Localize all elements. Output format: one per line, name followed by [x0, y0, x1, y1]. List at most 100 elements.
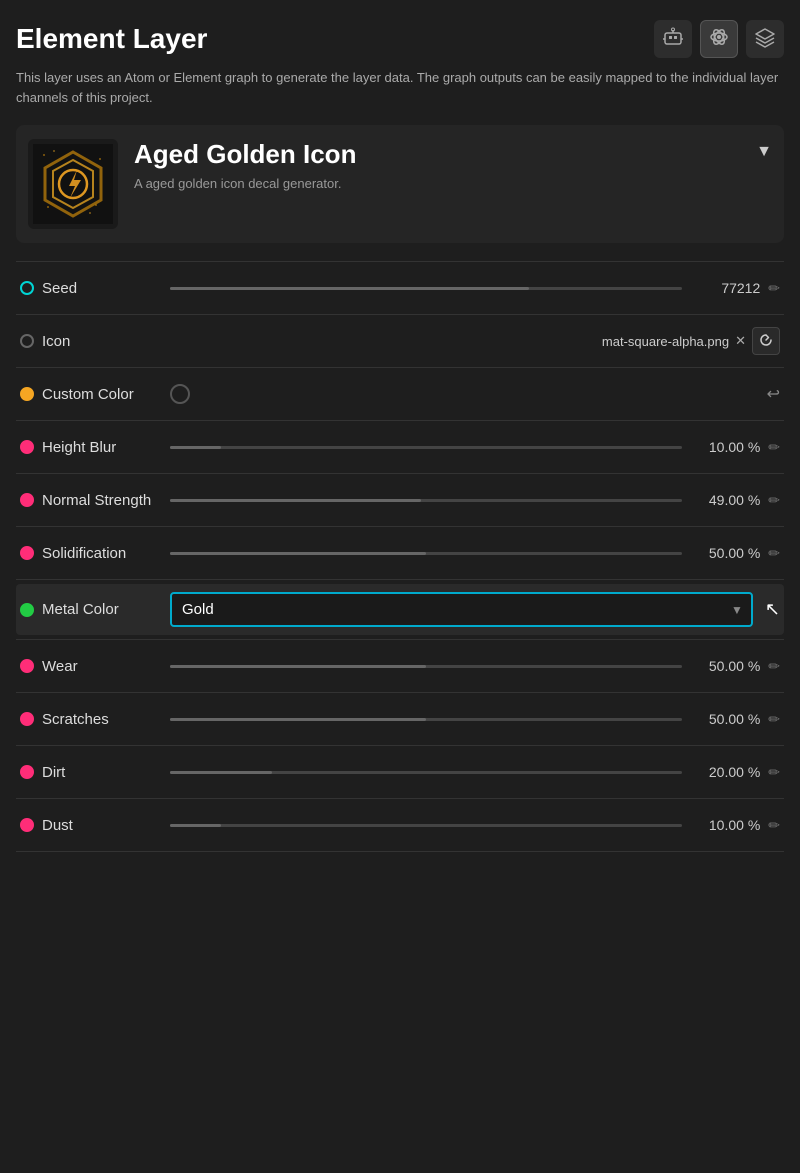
custom-color-circle[interactable] — [170, 384, 190, 404]
scratches-label: Scratches — [42, 711, 162, 728]
height-blur-label: Height Blur — [42, 439, 162, 456]
robot-icon — [662, 26, 684, 53]
normal-strength-track — [170, 499, 682, 502]
scratches-slider[interactable] — [170, 718, 682, 721]
robot-icon-button[interactable] — [654, 20, 692, 58]
height-blur-slider[interactable] — [170, 446, 682, 449]
scratches-edit-icon[interactable]: ✏ — [768, 711, 780, 728]
solidification-dot — [20, 546, 34, 560]
divider-4 — [16, 473, 784, 474]
seed-fill — [170, 287, 529, 290]
metal-color-dot — [20, 603, 34, 617]
icon-refresh-button[interactable] — [752, 327, 780, 355]
seed-dot — [20, 281, 34, 295]
divider-9 — [16, 745, 784, 746]
icon-label: Icon — [42, 333, 162, 350]
custom-color-label: Custom Color — [42, 386, 162, 403]
dirt-label: Dirt — [42, 764, 162, 781]
param-row-custom-color: Custom Color ↩ — [16, 372, 784, 416]
dirt-dot — [20, 765, 34, 779]
divider-3 — [16, 420, 784, 421]
normal-strength-edit-icon[interactable]: ✏ — [768, 492, 780, 509]
solidification-fill — [170, 552, 426, 555]
height-blur-track — [170, 446, 682, 449]
wear-slider[interactable] — [170, 665, 682, 668]
panel-description: This layer uses an Atom or Element graph… — [16, 68, 784, 107]
dirt-value: 20.00 % — [690, 764, 760, 780]
solidification-track — [170, 552, 682, 555]
metal-color-label: Metal Color — [42, 601, 162, 618]
scratches-dot — [20, 712, 34, 726]
cursor-hint-icon: ↖ — [765, 599, 780, 620]
dirt-slider[interactable] — [170, 771, 682, 774]
dirt-edit-icon[interactable]: ✏ — [768, 764, 780, 781]
divider-1 — [16, 314, 784, 315]
divider-5 — [16, 526, 784, 527]
header-icon-group — [654, 20, 784, 58]
param-row-height-blur: Height Blur 10.00 % ✏ — [16, 425, 784, 469]
custom-color-dot — [20, 387, 34, 401]
dust-edit-icon[interactable]: ✏ — [768, 817, 780, 834]
layer-card: Aged Golden Icon A aged golden icon deca… — [16, 125, 784, 243]
divider-8 — [16, 692, 784, 693]
normal-strength-value: 49.00 % — [690, 492, 760, 508]
seed-track — [170, 287, 682, 290]
seed-value: 77212 — [690, 280, 760, 296]
custom-color-reset-icon[interactable]: ↩ — [767, 384, 780, 404]
icon-filename: mat-square-alpha.png — [602, 334, 729, 349]
height-blur-fill — [170, 446, 221, 449]
divider-10 — [16, 798, 784, 799]
layer-name: Aged Golden Icon — [134, 139, 740, 170]
icon-dot — [20, 334, 34, 348]
wear-dot — [20, 659, 34, 673]
metal-color-select[interactable]: Gold Silver Bronze Copper — [170, 592, 753, 627]
solidification-edit-icon[interactable]: ✏ — [768, 545, 780, 562]
seed-edit-icon[interactable]: ✏ — [768, 280, 780, 297]
layers-icon-button[interactable] — [746, 20, 784, 58]
wear-label: Wear — [42, 658, 162, 675]
normal-strength-dot — [20, 493, 34, 507]
param-row-metal-color: Metal Color Gold Silver Bronze Copper ▼ … — [16, 584, 784, 635]
divider-7 — [16, 639, 784, 640]
param-row-seed: Seed 77212 ✏ — [16, 266, 784, 310]
height-blur-dot — [20, 440, 34, 454]
dust-dot — [20, 818, 34, 832]
layer-thumbnail — [28, 139, 118, 229]
atom-icon — [708, 26, 730, 53]
solidification-value: 50.00 % — [690, 545, 760, 561]
normal-strength-label: Normal Strength — [42, 492, 162, 509]
param-row-dust: Dust 10.00 % ✏ — [16, 803, 784, 847]
wear-edit-icon[interactable]: ✏ — [768, 658, 780, 675]
divider-top — [16, 261, 784, 262]
param-row-solidification: Solidification 50.00 % ✏ — [16, 531, 784, 575]
layer-dropdown-arrow[interactable]: ▼ — [756, 143, 772, 161]
normal-strength-fill — [170, 499, 421, 502]
solidification-slider[interactable] — [170, 552, 682, 555]
panel-header: Element Layer — [16, 20, 784, 58]
seed-spacer — [170, 287, 682, 290]
seed-label: Seed — [42, 280, 162, 297]
dust-fill — [170, 824, 221, 827]
custom-color-spacer — [170, 384, 759, 404]
element-layer-panel: Element Layer — [0, 0, 800, 1173]
metal-color-select-wrapper: Gold Silver Bronze Copper ▼ — [170, 592, 753, 627]
wear-track — [170, 665, 682, 668]
icon-file-area: mat-square-alpha.png ✕ — [170, 327, 780, 355]
height-blur-edit-icon[interactable]: ✏ — [768, 439, 780, 456]
wear-value: 50.00 % — [690, 658, 760, 674]
param-row-icon: Icon mat-square-alpha.png ✕ — [16, 319, 784, 363]
divider-6 — [16, 579, 784, 580]
atom-icon-button[interactable] — [700, 20, 738, 58]
dust-value: 10.00 % — [690, 817, 760, 833]
scratches-value: 50.00 % — [690, 711, 760, 727]
panel-title: Element Layer — [16, 23, 207, 55]
dust-slider[interactable] — [170, 824, 682, 827]
refresh-icon — [759, 333, 773, 350]
dirt-fill — [170, 771, 272, 774]
solidification-label: Solidification — [42, 545, 162, 562]
layers-icon — [754, 26, 776, 53]
icon-file-remove[interactable]: ✕ — [735, 333, 746, 349]
wear-fill — [170, 665, 426, 668]
param-row-scratches: Scratches 50.00 % ✏ — [16, 697, 784, 741]
normal-strength-slider[interactable] — [170, 499, 682, 502]
